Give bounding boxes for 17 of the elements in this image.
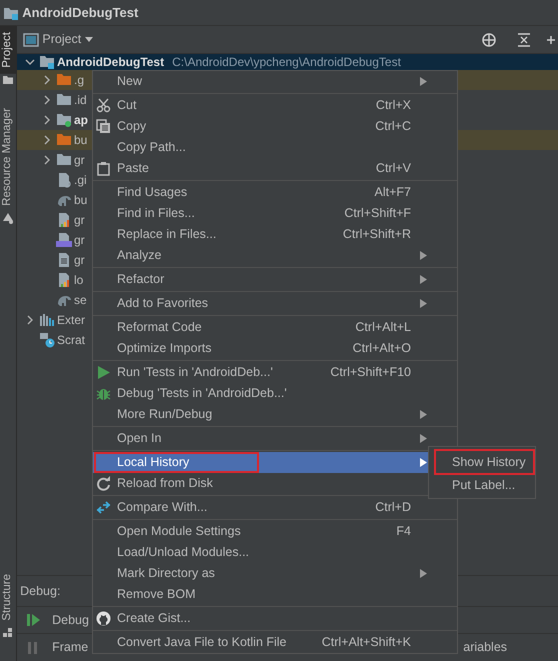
window-title: AndroidDebugTest [22,4,138,22]
shortcut-text: Alt+F7 [374,184,411,202]
shortcut-text: Ctrl+Shift+F10 [330,364,411,382]
path-text: C:\AndroidDev\ypcheng\AndroidDebugTest [172,54,401,71]
shortcut-text: Ctrl+Alt+Shift+K [322,634,411,652]
shortcut-text: Ctrl+D [375,499,411,516]
shortcut-text: Ctrl+Alt+L [355,319,411,336]
shortcut-text: Ctrl+V [376,160,411,178]
shortcut-text: Ctrl+Shift+R [342,226,411,244]
shortcut-text: Ctrl+X [376,97,411,114]
shortcut-text: Ctrl+C [375,118,411,136]
panel-title: Debug: [20,582,60,600]
column-header: ariables [463,639,508,656]
shortcut-text: Ctrl+Alt+O [352,340,411,358]
shortcut-text: Ctrl+Shift+F [344,205,411,222]
shortcut-text: F4 [396,523,411,540]
column-header: Frame [52,639,88,656]
